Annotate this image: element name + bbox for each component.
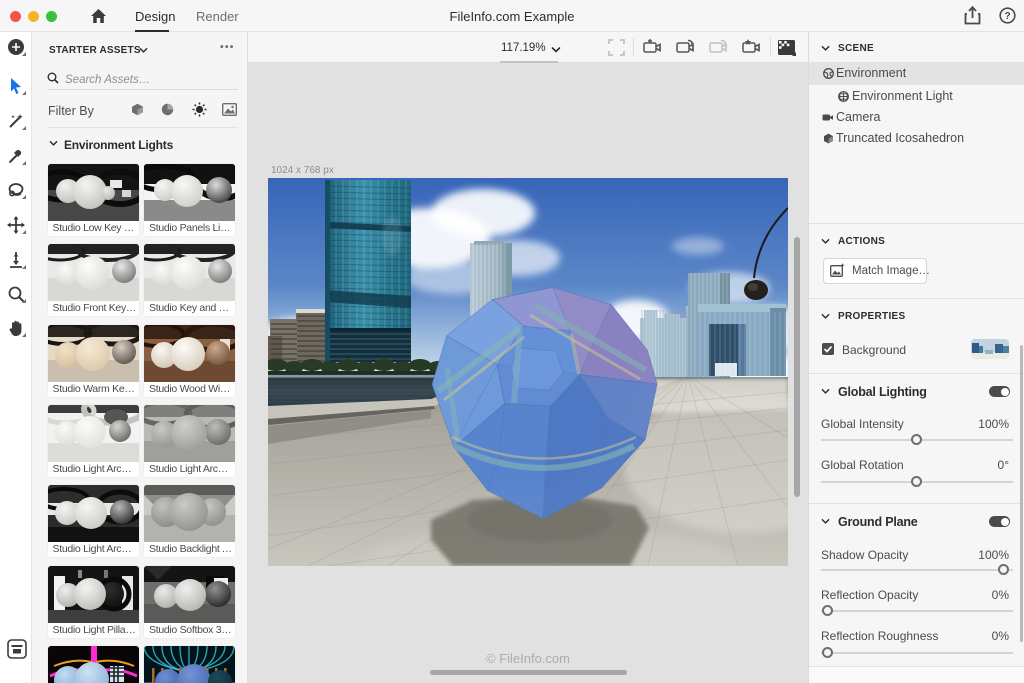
svg-text:?: ? [1004, 11, 1010, 22]
